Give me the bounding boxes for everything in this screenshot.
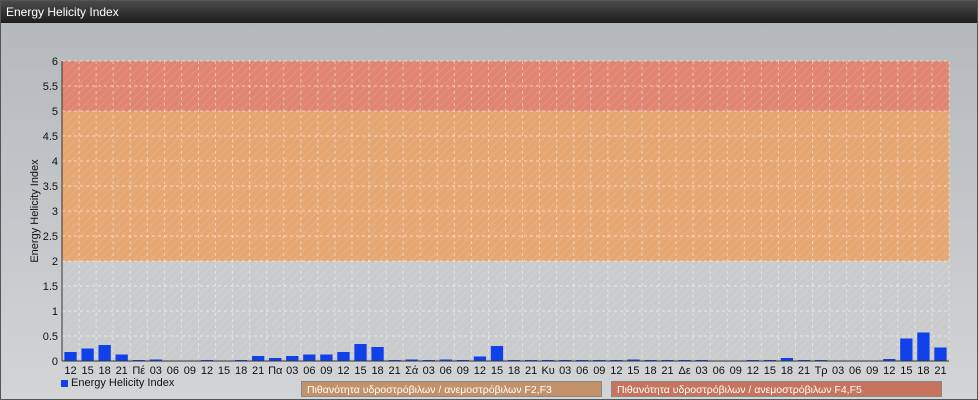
x-tick-label: 06 xyxy=(167,365,179,377)
x-tick-label: 21 xyxy=(661,365,673,377)
bar xyxy=(371,347,384,361)
y-tick-label: 4.5 xyxy=(43,131,58,143)
bar xyxy=(286,356,299,361)
x-tick-label: 09 xyxy=(730,365,742,377)
x-tick-label: 09 xyxy=(593,365,605,377)
bar xyxy=(900,338,913,361)
x-tick-label: 03 xyxy=(832,365,844,377)
y-axis-title: Energy Helicity Index xyxy=(29,159,41,263)
x-tick-label: 09 xyxy=(320,365,332,377)
y-tick-label: 0.5 xyxy=(43,331,58,343)
x-tick-label: 03 xyxy=(696,365,708,377)
x-tick-label: 15 xyxy=(81,365,93,377)
y-tick-label: 6 xyxy=(52,56,58,68)
x-tick-label: 12 xyxy=(64,365,76,377)
x-tick-label: 18 xyxy=(235,365,247,377)
zone-label-f4-f5: Πιθανότητα υδροστρόβιλων / ανεμοστρόβιλω… xyxy=(611,381,942,397)
y-tick-label: 1.5 xyxy=(43,281,58,293)
y-tick-label: 1 xyxy=(52,306,58,318)
x-tick-label: 18 xyxy=(781,365,793,377)
bar xyxy=(81,348,94,361)
y-tick-label: 5 xyxy=(52,106,58,118)
bar xyxy=(337,352,350,361)
bar xyxy=(320,354,333,361)
x-tick-label: Δε xyxy=(678,365,690,377)
x-tick-label: 15 xyxy=(764,365,776,377)
x-tick-label: 03 xyxy=(559,365,571,377)
y-tick-label: 2.5 xyxy=(43,231,58,243)
x-tick-label: 21 xyxy=(525,365,537,377)
legend-swatch xyxy=(61,379,68,387)
x-tick-label: 15 xyxy=(354,365,366,377)
x-tick-label: 09 xyxy=(184,365,196,377)
bar xyxy=(98,345,111,361)
y-tick-label: 4 xyxy=(52,156,58,168)
bar xyxy=(64,352,77,361)
x-tick-label: 15 xyxy=(900,365,912,377)
x-tick-label: 06 xyxy=(440,365,452,377)
x-tick-label: 03 xyxy=(423,365,435,377)
x-tick-label: 18 xyxy=(371,365,383,377)
x-tick-label: 06 xyxy=(303,365,315,377)
x-tick-label: 09 xyxy=(457,365,469,377)
zone-label-f2-f3: Πιθανότητα υδροστρόβιλων / ανεμοστρόβιλω… xyxy=(301,381,602,397)
x-tick-label: 21 xyxy=(389,365,401,377)
x-tick-label: 15 xyxy=(491,365,503,377)
x-tick-label: 12 xyxy=(474,365,486,377)
x-tick-label: 03 xyxy=(286,365,298,377)
bar xyxy=(473,356,487,361)
bar xyxy=(917,332,930,361)
bar xyxy=(934,347,947,361)
helicity-bar-chart: 0 0.5 1 1.5 2 2.5 3 3.5 4 4.5 5 5.5 6 12 15 18 21 Πέ 03 06 0… xyxy=(29,56,950,377)
x-tick-label: 21 xyxy=(252,365,264,377)
x-tick-label: 15 xyxy=(218,365,230,377)
x-tick-label: 06 xyxy=(849,365,861,377)
x-tick-label: Πέ xyxy=(132,365,145,377)
x-tick-label: 21 xyxy=(798,365,810,377)
x-tick-label: Τρ xyxy=(815,365,828,377)
y-tick-label: 3 xyxy=(52,206,58,218)
x-tick-label: 12 xyxy=(610,365,622,377)
x-tick-label: 12 xyxy=(337,365,349,377)
chart-legend: Energy Helicity Index xyxy=(61,377,174,389)
x-tick-label: 06 xyxy=(713,365,725,377)
y-tick-label: 3.5 xyxy=(43,181,58,193)
x-tick-label: 21 xyxy=(934,365,946,377)
x-tick-label: 21 xyxy=(116,365,128,377)
x-tick-label: 18 xyxy=(99,365,111,377)
x-tick-label: Πα xyxy=(268,365,283,377)
x-tick-label: 06 xyxy=(576,365,588,377)
x-tick-label: 18 xyxy=(508,365,520,377)
x-tick-label: Κυ xyxy=(541,365,554,377)
y-tick-label: 0 xyxy=(52,356,58,368)
y-tick-label: 5.5 xyxy=(43,81,58,93)
x-tick-label: 18 xyxy=(644,365,656,377)
bar xyxy=(303,354,316,361)
x-tick-label: 18 xyxy=(917,365,929,377)
x-tick-label: 12 xyxy=(747,365,759,377)
x-tick-label: Σά xyxy=(405,365,419,377)
x-tick-label: 15 xyxy=(627,365,639,377)
x-tick-label: 12 xyxy=(883,365,895,377)
x-tick-label: 12 xyxy=(201,365,213,377)
bar xyxy=(115,354,128,361)
bar xyxy=(490,346,504,361)
legend-label: Energy Helicity Index xyxy=(71,377,175,389)
y-tick-label: 2 xyxy=(52,256,58,268)
x-tick-label: 09 xyxy=(866,365,878,377)
bar xyxy=(354,344,367,361)
chart-window: Energy Helicity Index 0 0.5 1 1.5 2 2.5 3 3.5 4 4… xyxy=(0,0,978,400)
bar xyxy=(252,356,265,361)
x-tick-label: 03 xyxy=(150,365,162,377)
